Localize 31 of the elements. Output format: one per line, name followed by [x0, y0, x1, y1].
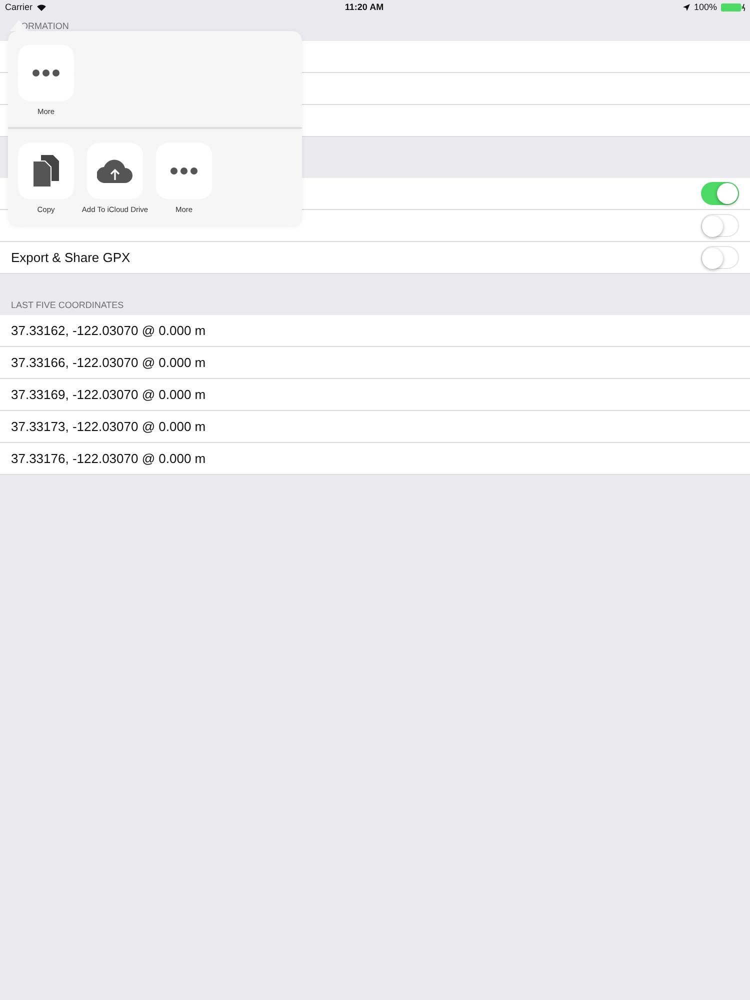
- table-row[interactable]: 37.33166, -122.03070 @ 0.000 m: [0, 347, 750, 379]
- row-label: 37.33176, -122.03070 @ 0.000 m: [11, 451, 206, 466]
- row-label: 37.33162, -122.03070 @ 0.000 m: [11, 323, 206, 338]
- share-action-button[interactable]: [18, 143, 74, 199]
- table-row[interactable]: 37.33169, -122.03070 @ 0.000 m: [0, 379, 750, 411]
- more-icon: [32, 69, 60, 77]
- table-row[interactable]: 37.33176, -122.03070 @ 0.000 m: [0, 443, 750, 475]
- toggle-switch[interactable]: [701, 182, 739, 205]
- copy-icon: [33, 155, 59, 187]
- location-arrow-icon: [682, 4, 690, 10]
- share-action-button[interactable]: [18, 45, 74, 101]
- share-action-button[interactable]: [156, 143, 212, 199]
- toggle-switch[interactable]: [701, 246, 739, 269]
- row-label: 37.33166, -122.03070 @ 0.000 m: [11, 355, 206, 370]
- table-row[interactable]: 37.33162, -122.03070 @ 0.000 m: [0, 315, 750, 347]
- section-header: ORMATION: [21, 21, 69, 31]
- section-header: LAST FIVE COORDINATES: [11, 300, 124, 310]
- clock-time: 11:20 AM: [344, 2, 384, 12]
- carrier-label: Carrier: [5, 2, 33, 12]
- cloud-upload-icon: [97, 159, 133, 183]
- share-action-button[interactable]: [87, 143, 143, 199]
- more-icon: [170, 167, 198, 175]
- battery-percent: 100%: [694, 2, 717, 12]
- row-label: 37.33169, -122.03070 @ 0.000 m: [11, 387, 206, 402]
- toggle-switch[interactable]: [701, 214, 739, 237]
- table-row[interactable]: Export & Share GPX: [0, 242, 750, 274]
- table-row[interactable]: 37.33173, -122.03070 @ 0.000 m: [0, 411, 750, 443]
- wifi-icon: [36, 4, 46, 10]
- row-label: 37.33173, -122.03070 @ 0.000 m: [11, 419, 206, 434]
- battery-icon: [720, 2, 745, 12]
- row-label: Export & Share GPX: [11, 250, 130, 265]
